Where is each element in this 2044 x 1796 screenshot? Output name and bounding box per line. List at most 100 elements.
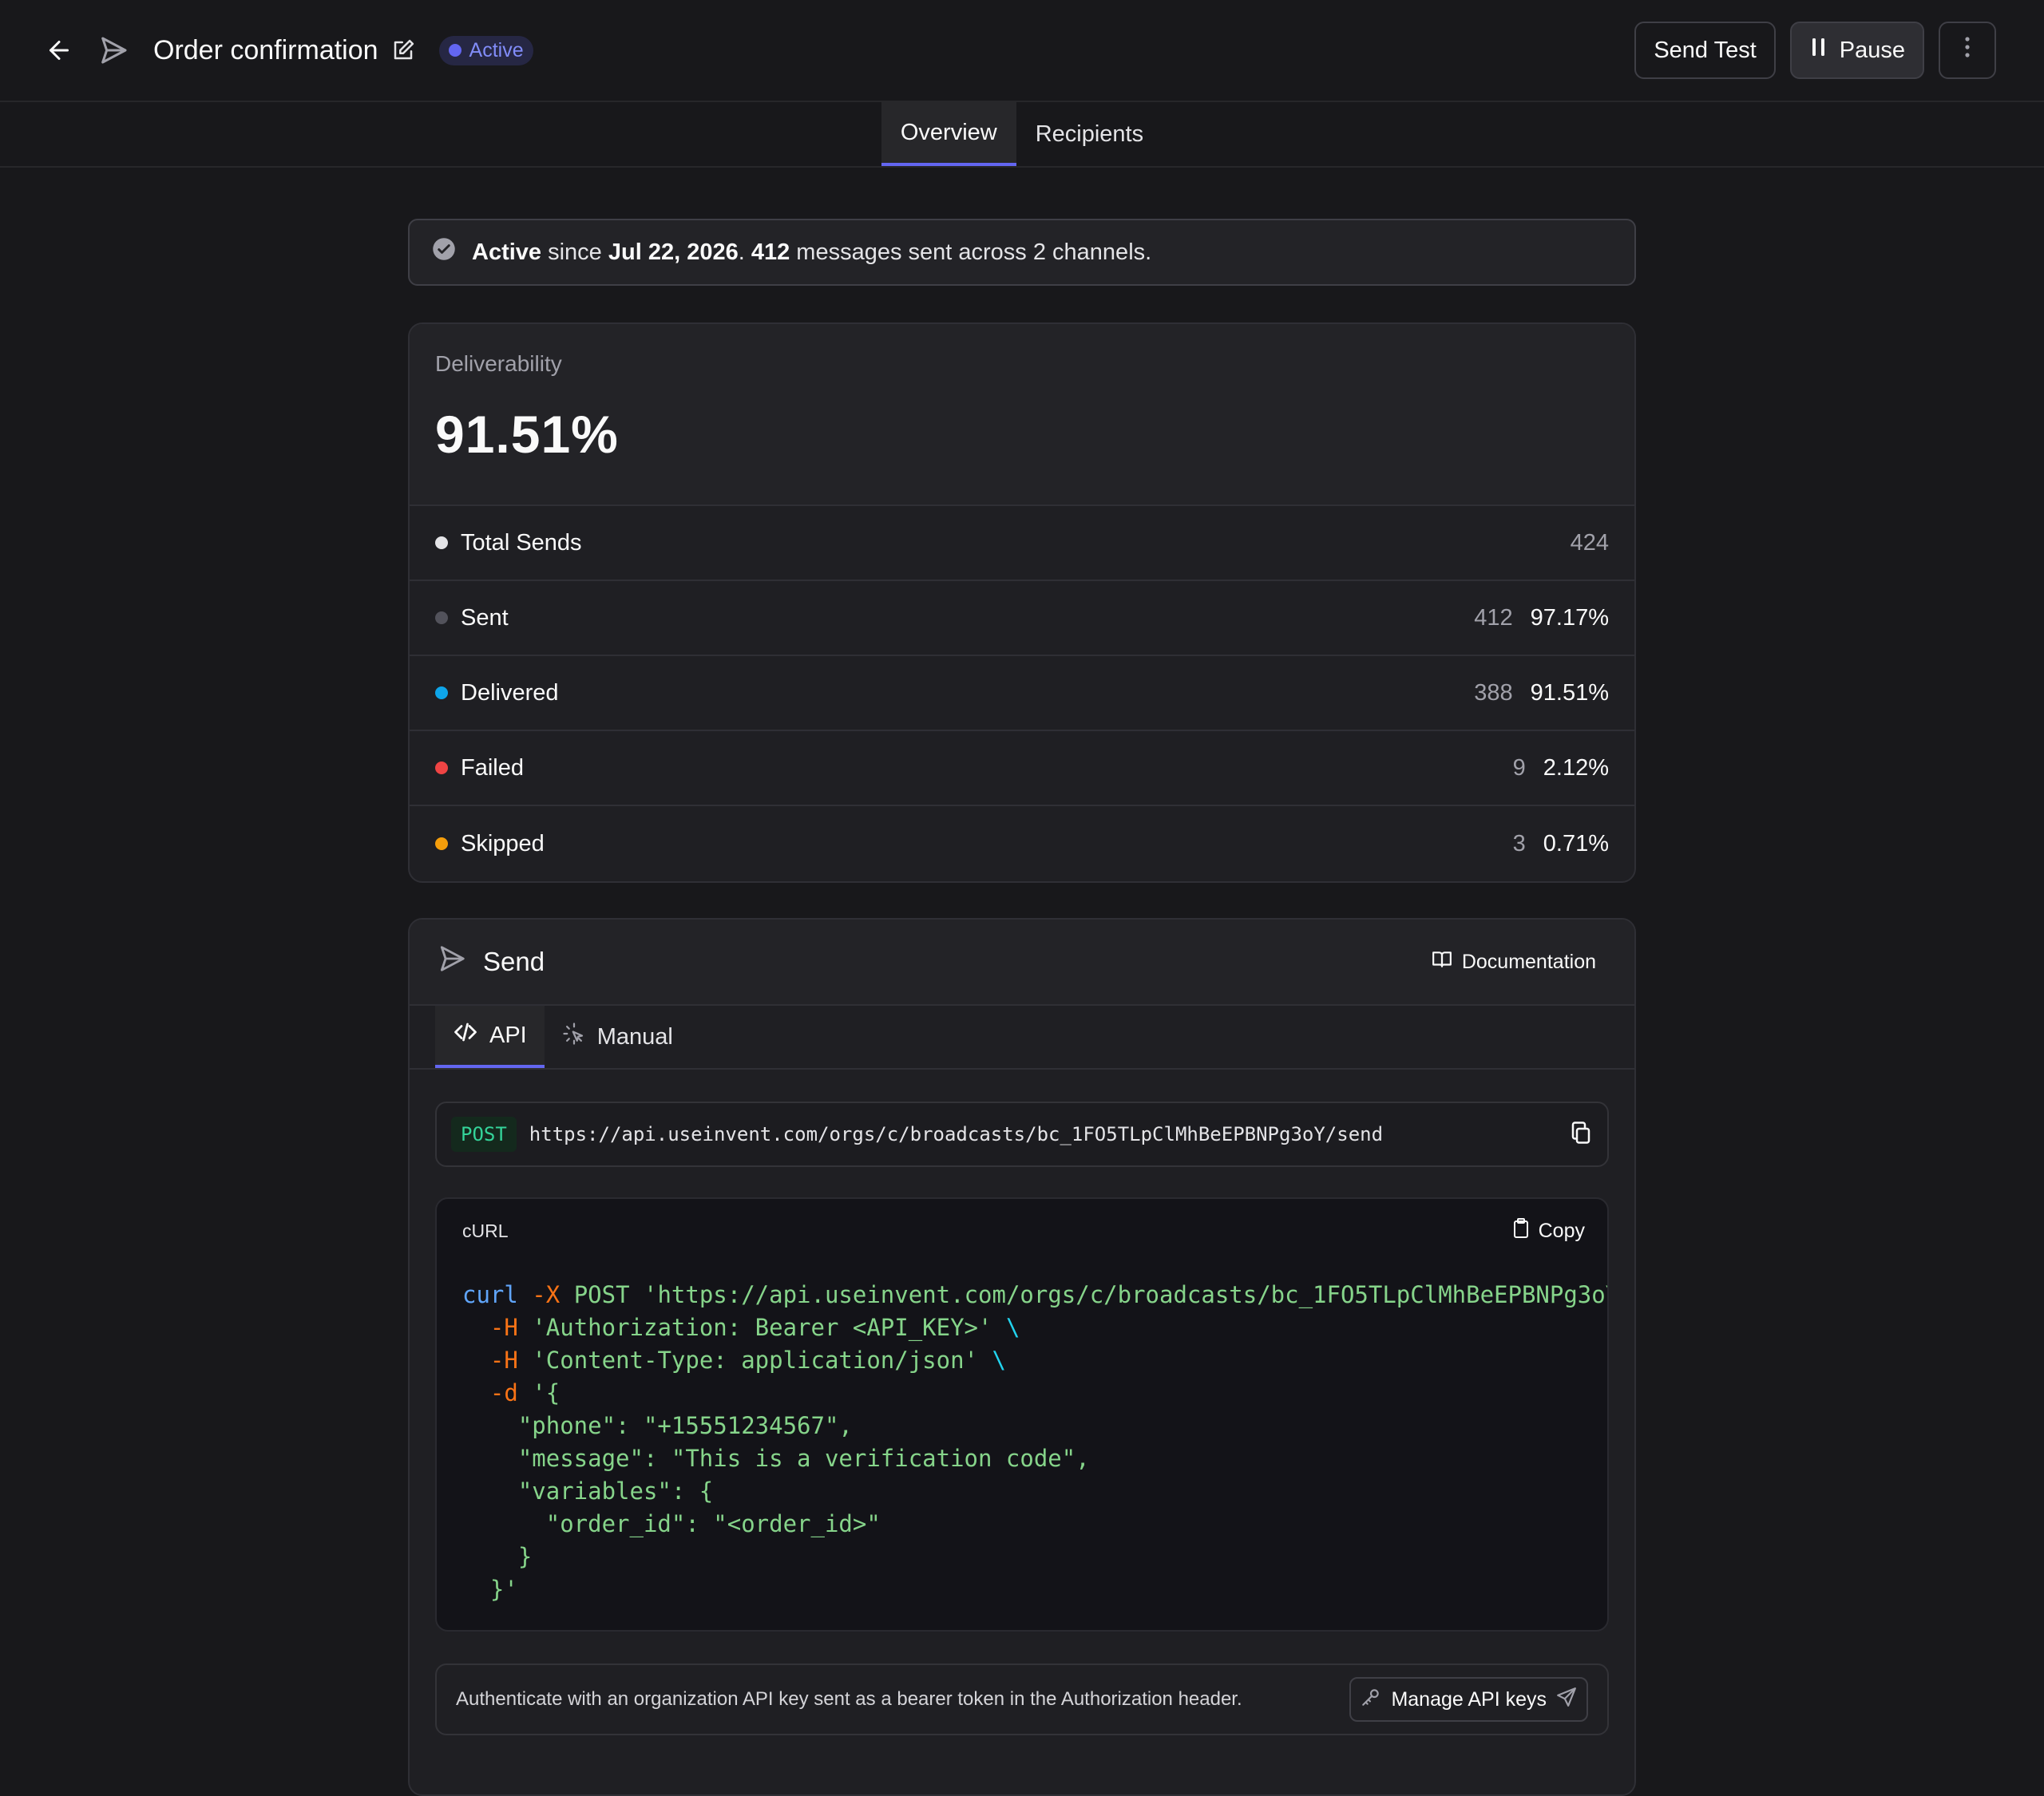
clipboard-icon xyxy=(1511,1217,1531,1245)
stat-row-failed: Failed 9 2.12% xyxy=(410,731,1634,806)
code-token: '{ xyxy=(532,1379,561,1406)
stat-row-sent: Sent 412 97.17% xyxy=(410,581,1634,656)
stat-count: 3 xyxy=(1512,830,1526,856)
edit-icon[interactable] xyxy=(391,38,415,62)
code-token: 'Content-Type: application/json' xyxy=(532,1347,979,1374)
banner-date: Jul 22, 2026 xyxy=(608,239,739,265)
main-tabs: Overview Recipients xyxy=(0,102,2044,168)
code-content: curl -X POST 'https://api.useinvent.com/… xyxy=(437,1263,1607,1606)
stat-dot xyxy=(435,611,448,624)
documentation-link[interactable]: Documentation xyxy=(1432,949,1596,975)
code-token: "message": "This is a verification code"… xyxy=(462,1445,1090,1472)
tab-recipients[interactable]: Recipients xyxy=(1016,102,1163,166)
paper-plane-icon xyxy=(437,943,467,980)
send-title-label: Send xyxy=(483,947,545,976)
tab-overview-label: Overview xyxy=(900,119,997,145)
code-token: curl xyxy=(462,1281,518,1308)
code-token: "variables": { xyxy=(462,1478,714,1505)
send-header: Send Documentation xyxy=(410,920,1634,1006)
copy-label: Copy xyxy=(1538,1219,1585,1242)
code-language-label: cURL xyxy=(462,1220,509,1241)
deliverability-label: Deliverability xyxy=(435,351,562,376)
stat-row-total-sends: Total Sends 424 xyxy=(410,506,1634,581)
manage-api-keys-button[interactable]: Manage API keys xyxy=(1349,1677,1588,1722)
endpoint-url[interactable]: https://api.useinvent.com/orgs/c/broadca… xyxy=(529,1123,1556,1145)
copy-icon[interactable] xyxy=(1569,1120,1593,1149)
stat-percent: 97.17% xyxy=(1530,604,1609,631)
send-title: Send xyxy=(437,943,545,980)
documentation-label: Documentation xyxy=(1461,950,1596,973)
stat-label: Sent xyxy=(461,604,509,631)
send-card: Send Documentation API Manual POST https… xyxy=(408,918,1636,1796)
stat-label: Skipped xyxy=(461,830,545,856)
banner-sep: . xyxy=(738,239,751,265)
send-test-label: Send Test xyxy=(1654,37,1757,63)
stat-count: 424 xyxy=(1570,529,1609,556)
paper-plane-icon xyxy=(97,34,129,66)
stat-dot xyxy=(435,762,448,774)
status-badge: Active xyxy=(438,35,533,65)
status-badge-label: Active xyxy=(469,38,524,61)
stat-label: Failed xyxy=(461,754,524,781)
stat-label: Total Sends xyxy=(461,529,582,556)
tab-manual[interactable]: Manual xyxy=(545,1006,691,1068)
deliverability-value: 91.51% xyxy=(435,405,619,464)
code-token: 'https://api.useinvent.com/orgs/c/broadc… xyxy=(644,1281,1607,1308)
top-header: Order confirmation Active Send Test Paus… xyxy=(0,0,2044,102)
code-token: -H xyxy=(462,1347,533,1374)
pause-label: Pause xyxy=(1839,37,1905,63)
pause-button[interactable]: Pause xyxy=(1789,22,1924,79)
code-token: } xyxy=(462,1543,533,1570)
deliverability-header: Deliverability 91.51% xyxy=(410,324,1634,506)
header-actions: Send Test Pause xyxy=(1634,22,1996,79)
send-arrow-icon xyxy=(1556,1687,1577,1713)
stat-count: 388 xyxy=(1474,679,1513,706)
send-sub-tabs: API Manual xyxy=(410,1006,1634,1070)
code-token: -d xyxy=(462,1379,533,1406)
auth-info: Authenticate with an organization API ke… xyxy=(435,1663,1609,1735)
book-icon xyxy=(1432,949,1452,975)
stat-count: 412 xyxy=(1474,604,1513,631)
tab-recipients-label: Recipients xyxy=(1035,121,1144,147)
arrow-left-icon[interactable] xyxy=(45,36,73,65)
tab-overview[interactable]: Overview xyxy=(881,102,1016,166)
header-left: Order confirmation Active xyxy=(45,34,533,66)
more-options-button[interactable] xyxy=(1939,22,1996,79)
stat-percent: 0.71% xyxy=(1543,830,1609,856)
stat-row-skipped: Skipped 3 0.71% xyxy=(410,806,1634,881)
code-token: -H xyxy=(462,1314,533,1341)
code-block: cURL Copy curl -X POST 'https://api.usei… xyxy=(435,1197,1609,1632)
status-dot xyxy=(448,44,461,57)
code-token: \ xyxy=(992,1314,1020,1341)
banner-rest: messages sent across 2 channels. xyxy=(790,239,1152,265)
send-test-button[interactable]: Send Test xyxy=(1634,22,1776,79)
tab-api-label: API xyxy=(489,1022,527,1048)
main-content: Active since Jul 22, 2026. 412 messages … xyxy=(408,168,1636,1796)
code-icon xyxy=(453,1020,478,1050)
stat-row-delivered: Delivered 388 91.51% xyxy=(410,656,1634,731)
banner-text: Active since Jul 22, 2026. 412 messages … xyxy=(472,239,1151,266)
stat-dot xyxy=(435,536,448,549)
page-title: Order confirmation xyxy=(153,34,378,65)
banner-status: Active xyxy=(472,239,542,265)
banner-since: since xyxy=(541,239,608,265)
auth-info-text: Authenticate with an organization API ke… xyxy=(456,1688,1242,1710)
cursor-click-icon xyxy=(562,1022,586,1052)
stat-percent: 91.51% xyxy=(1530,679,1609,706)
http-method-badge: POST xyxy=(451,1117,517,1152)
stat-label: Delivered xyxy=(461,679,559,706)
code-token: 'Authorization: Bearer <API_KEY>' xyxy=(532,1314,992,1341)
code-token: \ xyxy=(978,1347,1006,1374)
tab-api[interactable]: API xyxy=(435,1006,545,1068)
pause-icon xyxy=(1809,36,1828,65)
code-token: "phone": "+15551234567", xyxy=(462,1412,853,1439)
code-token: POST xyxy=(560,1281,644,1308)
key-icon xyxy=(1361,1687,1381,1713)
more-vertical-icon xyxy=(1963,35,1971,65)
endpoint-bar: POST https://api.useinvent.com/orgs/c/br… xyxy=(435,1102,1609,1167)
stat-count: 9 xyxy=(1512,754,1526,781)
code-block-header: cURL Copy xyxy=(437,1199,1607,1263)
code-token: }' xyxy=(462,1576,518,1603)
manage-api-keys-label: Manage API keys xyxy=(1391,1687,1547,1711)
copy-code-button[interactable]: Copy xyxy=(1511,1217,1585,1245)
